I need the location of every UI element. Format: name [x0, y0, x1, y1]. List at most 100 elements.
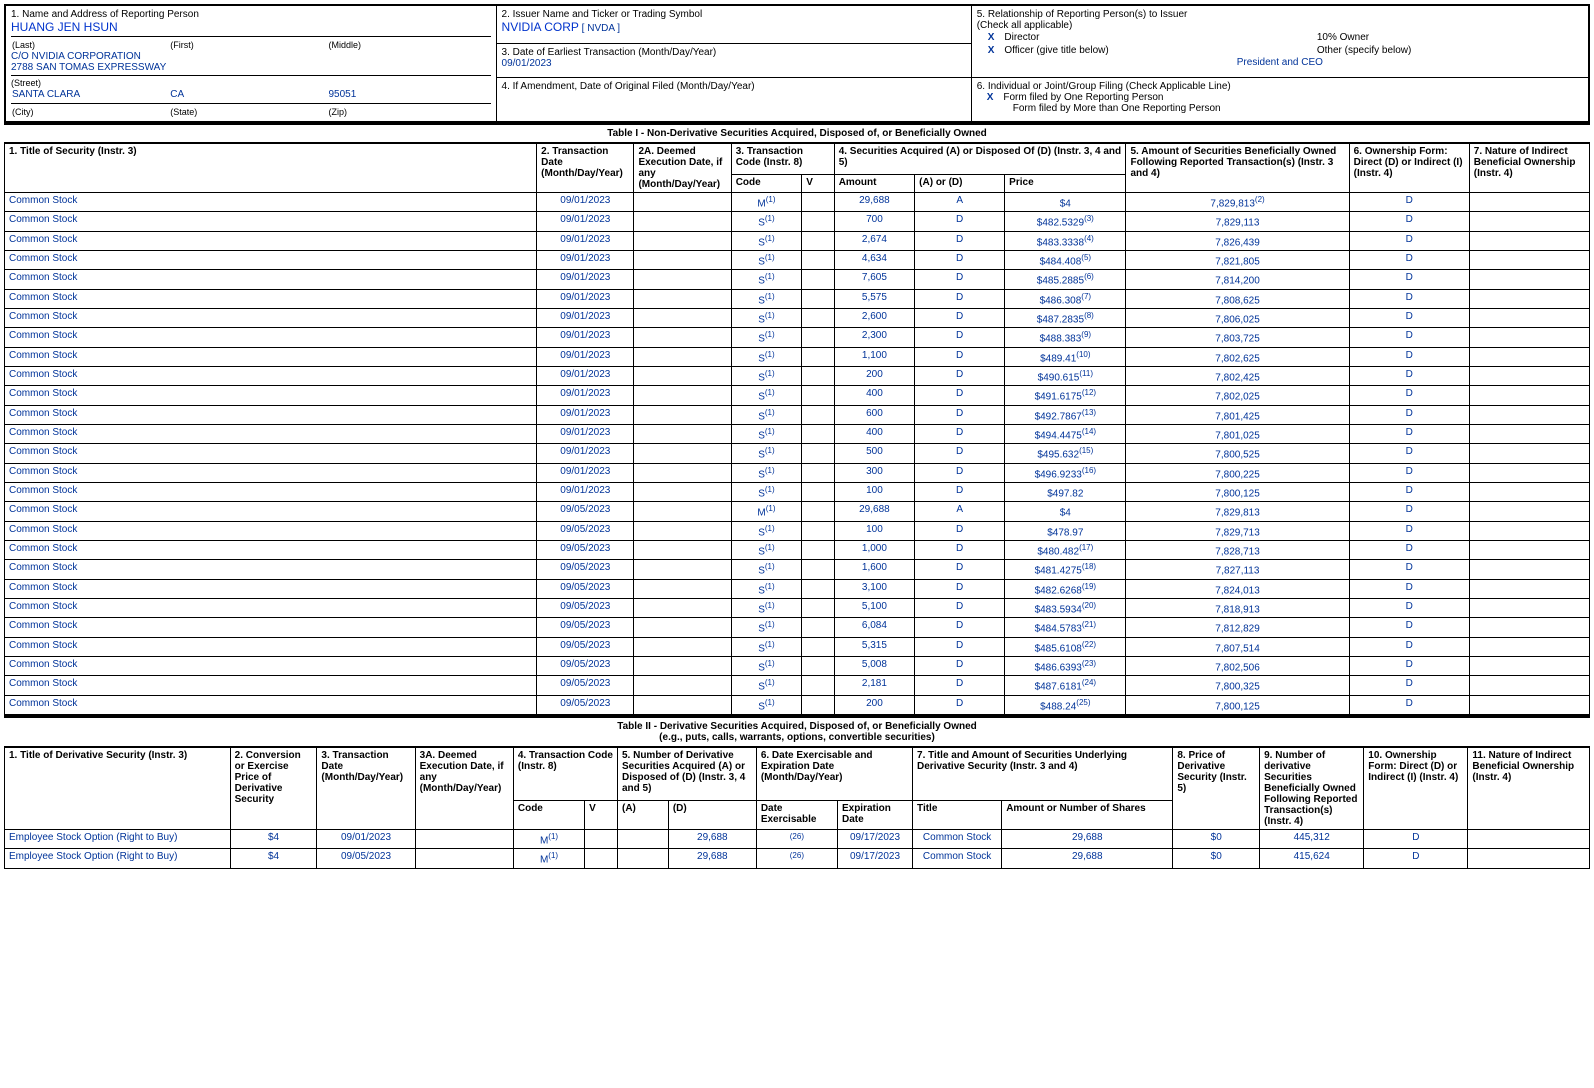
- t1h-c5: 5. Amount of Securities Beneficially Own…: [1126, 144, 1349, 193]
- owned-after: 7,829,813: [1126, 502, 1349, 521]
- price: $478.97: [1005, 521, 1126, 540]
- amount: 1,100: [834, 347, 914, 366]
- trans-code: S(1): [731, 366, 802, 385]
- price: $496.9233(16): [1005, 463, 1126, 482]
- trans-code: S(1): [731, 676, 802, 695]
- t1h-price: Price: [1005, 174, 1126, 192]
- t2-title: Table II - Derivative Securities Acquire…: [4, 715, 1590, 747]
- opt-officer: Officer (give title below): [1004, 45, 1108, 56]
- indirect-nature: [1469, 579, 1589, 598]
- expiration-date: 09/17/2023: [837, 849, 912, 868]
- owned-after: 7,807,514: [1126, 637, 1349, 656]
- amount: 4,634: [834, 250, 914, 269]
- price: $483.5934(20): [1005, 598, 1126, 617]
- trans-code: S(1): [731, 656, 802, 675]
- trans-date: 09/05/2023: [537, 656, 634, 675]
- ownership-form: D: [1364, 849, 1468, 868]
- trans-date: 09/05/2023: [317, 849, 415, 868]
- deemed-date: [634, 289, 731, 308]
- indirect-nature: [1469, 656, 1589, 675]
- security-title: Common Stock: [5, 618, 537, 637]
- trans-date: 09/01/2023: [537, 193, 634, 212]
- price: $491.6175(12): [1005, 386, 1126, 405]
- price: $494.4475(14): [1005, 424, 1126, 443]
- t1h-v: V: [802, 174, 834, 192]
- amount: 6,084: [834, 618, 914, 637]
- ownership-form: D: [1349, 347, 1469, 366]
- price: $485.6108(22): [1005, 637, 1126, 656]
- security-title: Common Stock: [5, 366, 537, 385]
- ownership-form: D: [1349, 502, 1469, 521]
- v-col: [802, 308, 834, 327]
- ownership-form: D: [1349, 308, 1469, 327]
- t2h-c7: 7. Title and Amount of Securities Underl…: [913, 747, 1173, 800]
- ownership-form: D: [1349, 424, 1469, 443]
- ownership-form: D: [1349, 637, 1469, 656]
- security-title: Common Stock: [5, 482, 537, 501]
- opt-10pct: 10% Owner: [1317, 32, 1369, 43]
- table-row: Common Stock09/01/2023S(1)7,605D$485.288…: [5, 270, 1590, 289]
- a-or-d: D: [915, 212, 1005, 231]
- v-col: [585, 829, 618, 848]
- trans-date: 09/01/2023: [537, 463, 634, 482]
- indirect-nature: [1469, 482, 1589, 501]
- trans-code: S(1): [731, 637, 802, 656]
- security-title: Common Stock: [5, 308, 537, 327]
- table-row: Employee Stock Option (Right to Buy)$409…: [5, 849, 1590, 868]
- ownership-form: D: [1349, 193, 1469, 212]
- t2h-c3a: 3A. Deemed Execution Date, if any (Month…: [415, 747, 513, 829]
- indirect-nature: [1469, 540, 1589, 559]
- a-or-d: D: [915, 482, 1005, 501]
- a-or-d: D: [915, 656, 1005, 675]
- ownership-form: D: [1349, 695, 1469, 714]
- deemed-date: [634, 193, 731, 212]
- trans-code: S(1): [731, 308, 802, 327]
- t1h-ad: (A) or (D): [915, 174, 1005, 192]
- deemed-date: [634, 560, 731, 579]
- zip-label: (Zip): [327, 106, 490, 118]
- v-col: [802, 676, 834, 695]
- a-or-d: A: [915, 502, 1005, 521]
- a-or-d: D: [915, 328, 1005, 347]
- underlying-shares: 29,688: [1002, 829, 1173, 848]
- table-row: Common Stock09/05/2023S(1)5,100D$483.593…: [5, 598, 1590, 617]
- deemed-date: [634, 598, 731, 617]
- trans-date: 09/01/2023: [537, 308, 634, 327]
- trans-code: M(1): [513, 849, 584, 868]
- trans-date: 09/05/2023: [537, 618, 634, 637]
- owned-after: 7,800,525: [1126, 444, 1349, 463]
- trans-date: 09/01/2023: [537, 250, 634, 269]
- deemed-date: [634, 502, 731, 521]
- table-row: Common Stock09/05/2023S(1)5,008D$486.639…: [5, 656, 1590, 675]
- owned-after: 7,829,113: [1126, 212, 1349, 231]
- price: $486.6393(23): [1005, 656, 1126, 675]
- trans-code: S(1): [731, 482, 802, 501]
- owned-after: 7,800,125: [1126, 482, 1349, 501]
- amount: 400: [834, 424, 914, 443]
- v-col: [802, 328, 834, 347]
- security-title: Common Stock: [5, 289, 537, 308]
- deemed-date: [634, 328, 731, 347]
- exercise-price: $4: [230, 849, 317, 868]
- amount: 2,181: [834, 676, 914, 695]
- disposed: 29,688: [668, 849, 756, 868]
- security-title: Common Stock: [5, 676, 537, 695]
- t2h-a: (A): [617, 800, 668, 829]
- trans-code: S(1): [731, 598, 802, 617]
- box6-title: 6. Individual or Joint/Group Filing (Che…: [977, 81, 1583, 92]
- a-or-d: D: [915, 386, 1005, 405]
- t2h-c10: 10. Ownership Form: Direct (D) or Indire…: [1364, 747, 1468, 829]
- officer-title: President and CEO: [977, 57, 1583, 68]
- table-row: Employee Stock Option (Right to Buy)$409…: [5, 829, 1590, 848]
- security-title: Common Stock: [5, 424, 537, 443]
- security-title: Common Stock: [5, 231, 537, 250]
- trans-date: 09/01/2023: [537, 405, 634, 424]
- table1: 1. Title of Security (Instr. 3) 2. Trans…: [4, 143, 1590, 715]
- issuer-link[interactable]: NVIDIA CORP: [502, 20, 579, 34]
- owned-after: 7,821,805: [1126, 250, 1349, 269]
- reporting-person-link[interactable]: HUANG JEN HSUN: [11, 20, 491, 34]
- table-row: Common Stock09/01/2023S(1)100D$497.827,8…: [5, 482, 1590, 501]
- ownership-form: D: [1349, 560, 1469, 579]
- city-value: SANTA CLARA: [11, 88, 169, 101]
- v-col: [802, 482, 834, 501]
